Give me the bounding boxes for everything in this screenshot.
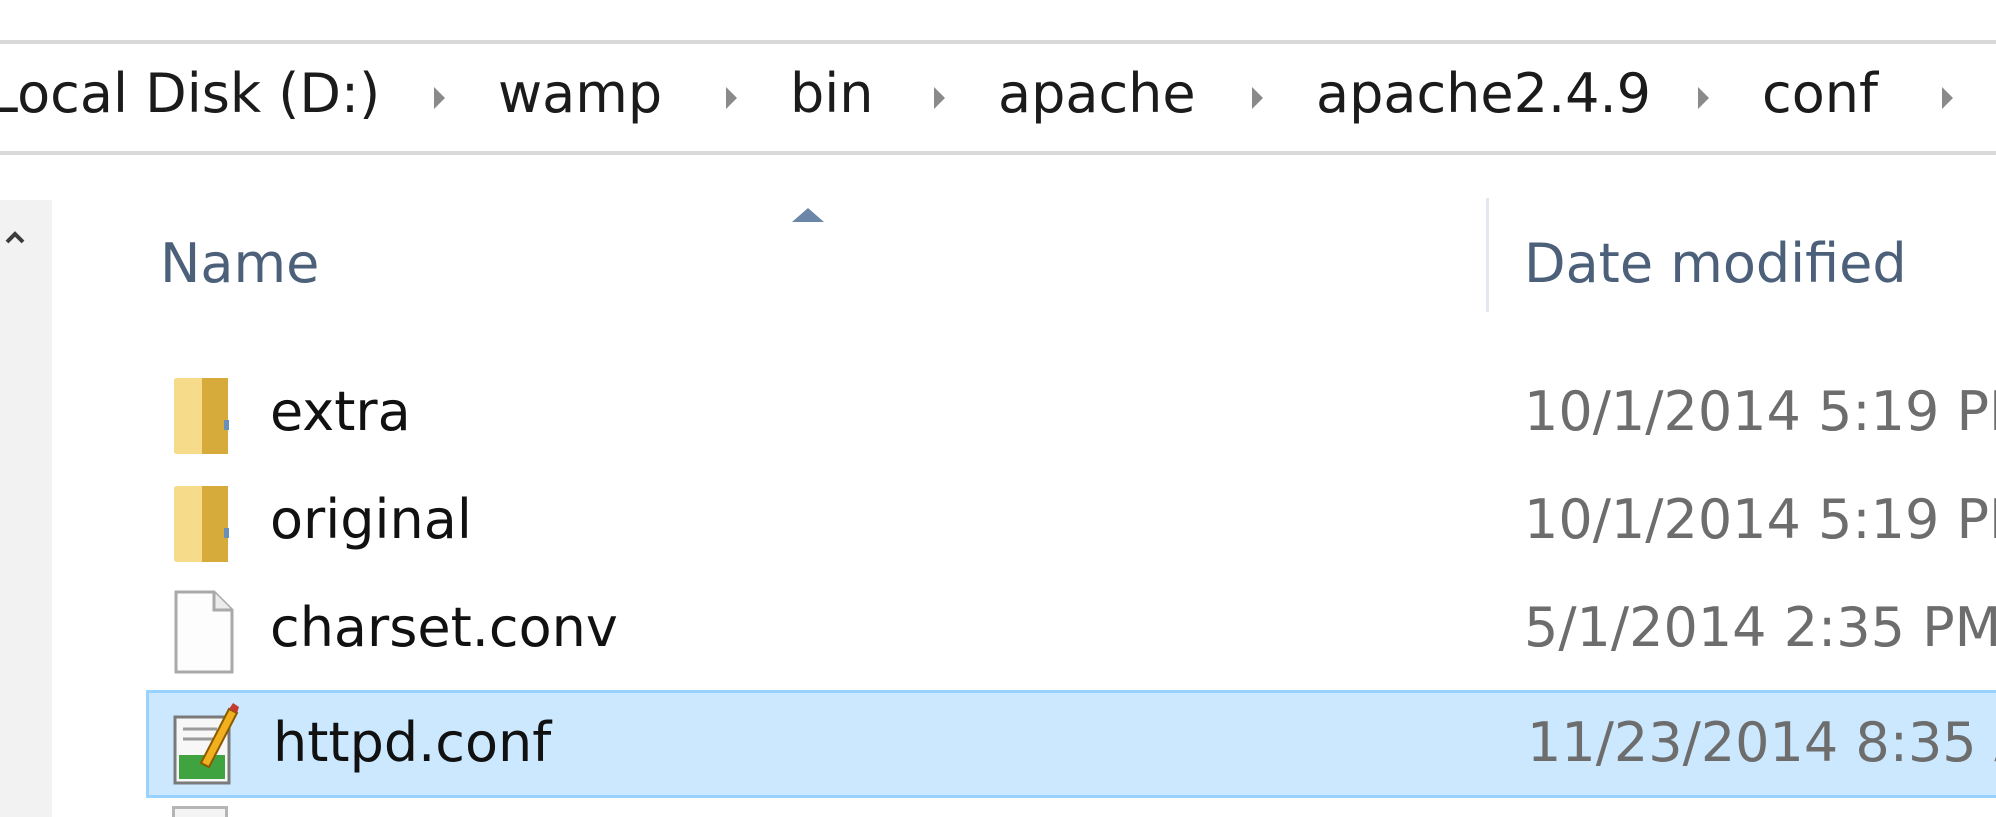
file-row-httpd-conf[interactable]: httpd.conf 11/23/2014 8:35 AM (146, 690, 1996, 798)
generic-file-icon (174, 590, 234, 674)
column-header-name[interactable]: Name (160, 232, 319, 296)
breadcrumb-item-wamp[interactable]: wamp (498, 62, 662, 126)
notepad-file-icon (173, 703, 239, 785)
breadcrumb-chevron-icon[interactable] (726, 87, 737, 109)
file-explorer-window: Local Disk (D:) wamp bin apache apache2.… (0, 0, 1996, 817)
file-date-modified: 5/1/2014 2:35 PM (1524, 596, 1996, 659)
breadcrumb-chevron-icon[interactable] (434, 87, 445, 109)
file-row-charset-conv[interactable]: charset.conv 5/1/2014 2:35 PM (146, 578, 1996, 686)
scroll-up-icon[interactable] (4, 230, 26, 244)
breadcrumb-chevron-icon[interactable] (1252, 87, 1263, 109)
sort-ascending-icon (792, 208, 824, 222)
breadcrumb-item-bin[interactable]: bin (790, 62, 874, 126)
file-name: httpd.conf (273, 711, 552, 774)
file-date-modified: 11/23/2014 8:35 AM (1527, 711, 1996, 774)
breadcrumb-item-local-disk[interactable]: Local Disk (D:) (0, 62, 380, 126)
breadcrumb-item-conf[interactable]: conf (1762, 62, 1878, 126)
breadcrumb-item-apache249[interactable]: apache2.4.9 (1316, 62, 1651, 126)
breadcrumb-chevron-icon[interactable] (1942, 87, 1953, 109)
column-divider[interactable] (1486, 198, 1489, 312)
file-name: charset.conv (270, 596, 618, 659)
file-icon (172, 806, 228, 817)
file-name: original (270, 488, 472, 551)
breadcrumb[interactable]: Local Disk (D:) wamp bin apache apache2.… (0, 40, 1996, 155)
file-row-original[interactable]: original 10/1/2014 5:19 PM (146, 470, 1996, 578)
column-header-date-modified[interactable]: Date modified (1524, 232, 1907, 296)
file-row-extra[interactable]: extra 10/1/2014 5:19 PM (146, 362, 1996, 470)
breadcrumb-chevron-icon[interactable] (934, 87, 945, 109)
breadcrumb-chevron-icon[interactable] (1698, 87, 1709, 109)
breadcrumb-item-apache[interactable]: apache (998, 62, 1196, 126)
navigation-pane[interactable] (0, 200, 52, 817)
file-date-modified: 10/1/2014 5:19 PM (1524, 380, 1996, 443)
file-name: extra (270, 380, 411, 443)
folder-icon (174, 378, 229, 454)
file-date-modified: 10/1/2014 5:19 PM (1524, 488, 1996, 551)
folder-icon (174, 486, 229, 562)
